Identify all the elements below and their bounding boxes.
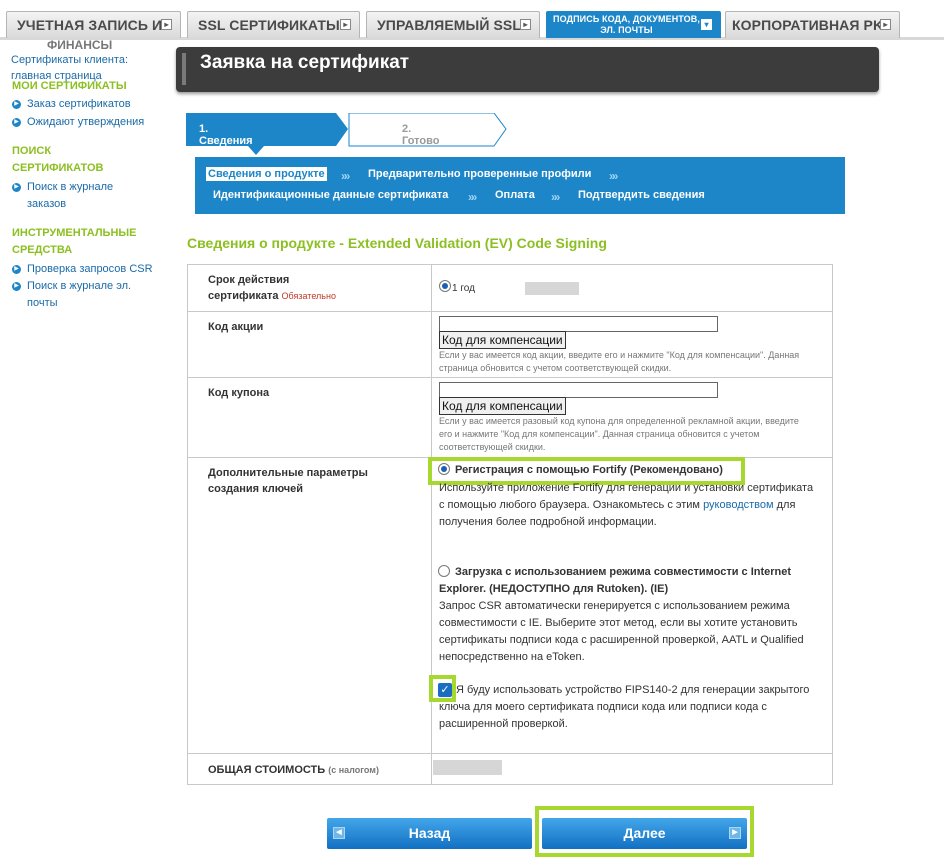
total-price-redacted <box>433 760 502 775</box>
back-button[interactable]: ◀ Назад <box>327 818 532 849</box>
tab-code-signing-label: ПОДПИСЬ КОДА, ДОКУМЕНТОВ, ЭЛ. ПОЧТЫ <box>553 14 700 35</box>
tab-managed-ssl[interactable]: УПРАВЛЯЕМЫЙ SSL ▸ <box>366 11 540 38</box>
bullet-arrow-icon: ▶ <box>12 265 21 274</box>
double-chevron-icon: »» <box>609 169 619 183</box>
subnav-preverified-profiles: Предварительно проверенные профили <box>368 168 592 180</box>
bullet-arrow-icon: ▶ <box>12 118 21 127</box>
validity-price-redacted <box>525 282 579 295</box>
tab-dropdown-icon[interactable]: ▸ <box>161 19 172 30</box>
tab-account-label: УЧЕТНАЯ ЗАПИСЬ И <box>17 17 163 33</box>
row-key-generation: Дополнительные параметры создания ключей … <box>188 457 832 754</box>
section-title: Сведения о продукте - Extended Validatio… <box>187 235 607 251</box>
validity-1year-radio[interactable] <box>439 280 451 292</box>
tab-ssl-label: SSL СЕРТИФИКАТЫ <box>198 17 340 33</box>
row-label-cell: Код купона <box>188 378 432 457</box>
validity-1year-label: 1 год <box>452 283 475 294</box>
row-label-cell: Срок действия сертификата Обязательно <box>188 265 432 311</box>
sidebar-item-label: Проверка запросов CSR <box>27 263 153 275</box>
fips-description: Я буду использовать устройство FIPS140-2… <box>439 684 810 730</box>
coupon-code-label: Код купона <box>208 387 270 399</box>
tab-dropdown-icon[interactable]: ▾ <box>701 19 712 30</box>
promo-hint: Если у вас имеется код акции, введите ег… <box>439 350 800 373</box>
row-label-cell: Код акции <box>188 312 432 377</box>
row-promo-code: Код акции Код для компенсации Если у вас… <box>188 312 832 378</box>
sidebar-item-csr-check[interactable]: ▶ Проверка запросов CSR <box>12 261 153 278</box>
subnav-confirm: Подтвердить сведения <box>578 189 705 201</box>
sidebar-link-client-certs[interactable]: Сертификаты клиента: <box>11 54 128 66</box>
coupon-hint: Если у вас имеется разовый код купона дл… <box>439 416 799 452</box>
row-label-cell: Дополнительные параметры создания ключей <box>188 458 432 753</box>
guide-link[interactable]: руководством <box>703 499 774 511</box>
sidebar-item-order-log-search[interactable]: ▶ Поиск в журнале заказов <box>12 179 113 213</box>
bullet-arrow-icon: ▶ <box>12 100 21 109</box>
tab-dropdown-icon[interactable]: ▸ <box>520 19 531 30</box>
ie-compat-option-title: Загрузка с использованием режима совмест… <box>455 566 792 578</box>
sidebar-cut-heading: ФИНАНСЫ <box>47 38 113 52</box>
sidebar-heading-tools: ИНСТРУМЕНТАЛЬНЫЕ СРЕДСТВА <box>12 227 137 256</box>
row-coupon-code: Код купона Код для компенсации Если у ва… <box>188 378 832 458</box>
row-total: ОБЩАЯ СТОИМОСТЬ (с налогом) <box>188 754 832 784</box>
fortify-option-title: Регистрация с помощью Fortify (Рекомендо… <box>455 464 723 476</box>
row-validity: Срок действия сертификата Обязательно 1 … <box>188 265 832 312</box>
required-marker: Обязательно <box>281 291 336 301</box>
double-chevron-icon: »» <box>341 169 351 183</box>
subnav-product-info: Сведения о продукте <box>206 167 327 181</box>
validity-label: Срок действия сертификата Обязательно <box>208 274 336 302</box>
subnav-bar: Сведения о продукте »» Предварительно пр… <box>195 157 845 214</box>
title-bar-accent <box>182 53 186 85</box>
tab-dropdown-icon[interactable]: ▸ <box>340 19 351 30</box>
tab-code-signing[interactable]: ПОДПИСЬ КОДА, ДОКУМЕНТОВ, ЭЛ. ПОЧТЫ ▾ <box>546 11 721 38</box>
coupon-code-input[interactable] <box>439 382 718 398</box>
subnav-payment: Оплата <box>495 189 535 201</box>
step-done: 2. Готово <box>402 123 440 147</box>
back-button-label: Назад <box>408 825 451 841</box>
tab-ssl[interactable]: SSL СЕРТИФИКАТЫ ▸ <box>187 11 360 38</box>
sidebar-item-label: Поиск в журнале <box>27 181 114 193</box>
double-chevron-icon: »» <box>551 190 561 204</box>
ie-compat-option-title-cont: Explorer. (НЕДОСТУПНО для Rutoken). (IE) <box>439 583 669 595</box>
sidebar-item-label: Заказ сертификатов <box>27 98 131 110</box>
top-tab-bar: УЧЕТНАЯ ЗАПИСЬ И ▸ SSL СЕРТИФИКАТЫ ▸ УПР… <box>0 0 944 40</box>
sidebar-heading-my-certs: МОИ СЕРТИФИКАТЫ <box>12 80 127 92</box>
tab-enterprise-pki-label: КОРПОРАТИВНАЯ PKI <box>732 17 888 33</box>
keygen-label: Дополнительные параметры создания ключей <box>208 467 368 495</box>
bullet-arrow-icon: ▶ <box>12 282 21 291</box>
tab-account[interactable]: УЧЕТНАЯ ЗАПИСЬ И ▸ <box>6 11 181 38</box>
sidebar-item-label: заказов <box>27 198 67 210</box>
tab-managed-ssl-label: УПРАВЛЯЕМЫЙ SSL <box>377 17 522 33</box>
sidebar-item-label: Ожидают утверждения <box>27 116 145 128</box>
page-title-bar: Заявка на сертификат <box>176 47 879 92</box>
fortify-description: Используйте приложение Fortify для генер… <box>439 482 814 528</box>
double-chevron-icon: »» <box>468 190 478 204</box>
bullet-arrow-icon: ▶ <box>12 183 21 192</box>
fortify-radio[interactable] <box>438 463 450 475</box>
ie-compat-radio[interactable] <box>438 565 450 577</box>
sidebar-heading-search-certs: ПОИСК СЕРТИФИКАТОВ <box>12 145 104 174</box>
sidebar-item-email-log-search[interactable]: ▶ Поиск в журнале эл. почты <box>12 278 131 312</box>
promo-code-input[interactable] <box>439 316 718 332</box>
back-arrow-icon: ◀ <box>333 827 345 839</box>
sidebar-item-awaiting-approval[interactable]: ▶ Ожидают утверждения <box>12 114 144 131</box>
next-button[interactable]: Далее ▶ <box>542 818 747 849</box>
ie-compat-description: Запрос CSR автоматически генерируется с … <box>439 600 804 663</box>
sidebar-item-order-certs[interactable]: ▶ Заказ сертификатов <box>12 96 131 113</box>
tab-dropdown-icon[interactable]: ▸ <box>880 19 891 30</box>
tab-enterprise-pki[interactable]: КОРПОРАТИВНАЯ PKI ▸ <box>725 11 900 38</box>
sidebar-item-label: Поиск в журнале эл. <box>27 280 132 292</box>
next-arrow-icon: ▶ <box>729 827 741 839</box>
page-title: Заявка на сертификат <box>200 52 410 73</box>
total-label: ОБЩАЯ СТОИМОСТЬ (с налогом) <box>208 764 379 776</box>
promo-redeem-button[interactable]: Код для компенсации <box>439 331 566 349</box>
subnav-cert-identity: Идентификационные данные сертификата <box>213 189 449 201</box>
coupon-redeem-button[interactable]: Код для компенсации <box>439 397 566 415</box>
product-form: Срок действия сертификата Обязательно 1 … <box>187 264 833 785</box>
next-button-label: Далее <box>623 825 666 841</box>
sidebar-item-label: почты <box>27 297 58 309</box>
row-label-cell: ОБЩАЯ СТОИМОСТЬ (с налогом) <box>188 754 432 784</box>
promo-code-label: Код акции <box>208 321 264 333</box>
